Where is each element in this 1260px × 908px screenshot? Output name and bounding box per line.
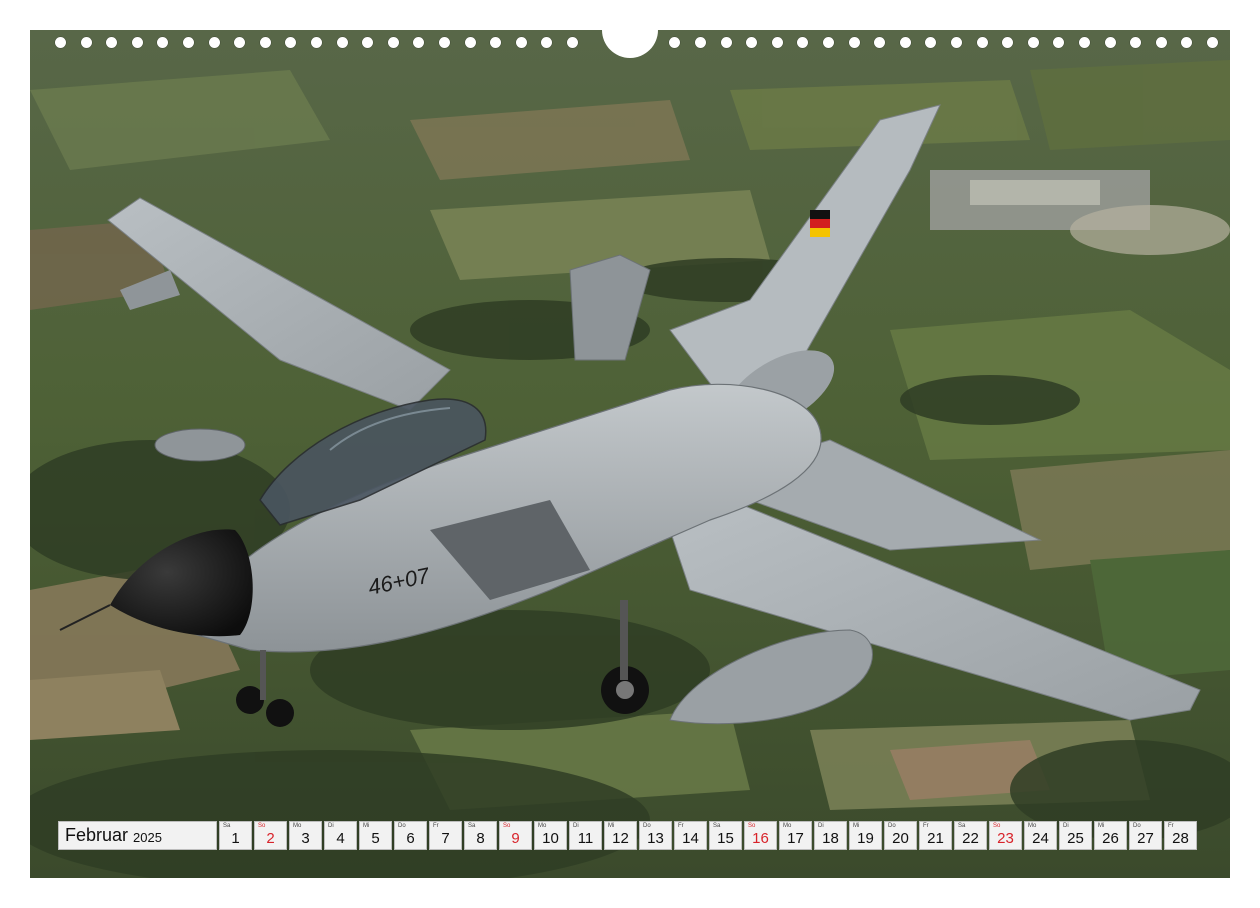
day-cell: Mi 5	[359, 821, 392, 850]
day-cell: Do 13	[639, 821, 672, 850]
day-cell: Mo 24	[1024, 821, 1057, 850]
day-cell: Mi 19	[849, 821, 882, 850]
day-cell: Di 11	[569, 821, 602, 850]
day-cell: Mo 3	[289, 821, 322, 850]
aircraft-photo: 46+07	[30, 30, 1230, 878]
day-number: 9	[511, 830, 520, 847]
calendar-strip: Februar 2025 Sa 1 So 2 Mo 3 Di 4 Mi 5 Do 6 Fr 7 Sa 8 So 9…	[58, 821, 1197, 850]
weekday-label: Fr	[923, 823, 929, 829]
day-cell: So 9	[499, 821, 532, 850]
day-number: 26	[1102, 830, 1119, 847]
day-cell: Mi 26	[1094, 821, 1127, 850]
weekday-label: Do	[888, 823, 896, 829]
day-cell: Mo 10	[534, 821, 567, 850]
day-cell: Fr 7	[429, 821, 462, 850]
day-cell: Di 18	[814, 821, 847, 850]
day-number: 28	[1172, 830, 1189, 847]
day-cell: So 23	[989, 821, 1022, 850]
day-cell: So 2	[254, 821, 287, 850]
weekday-label: Mo	[1028, 823, 1037, 829]
day-cell: Sa 8	[464, 821, 497, 850]
day-number: 17	[787, 830, 804, 847]
day-number: 13	[647, 830, 664, 847]
day-cell: Fr 21	[919, 821, 952, 850]
weekday-label: Fr	[433, 823, 439, 829]
month-label-box: Februar 2025	[58, 821, 217, 850]
day-cells: Sa 1 So 2 Mo 3 Di 4 Mi 5 Do 6 Fr 7 Sa 8 So 9 Mo 10 Di 11 Mi 12 D…	[217, 821, 1197, 850]
day-number: 25	[1067, 830, 1084, 847]
weekday-label: Sa	[713, 823, 721, 829]
day-cell: Sa 22	[954, 821, 987, 850]
weekday-label: Mi	[363, 823, 370, 829]
weekday-label: Mo	[783, 823, 792, 829]
weekday-label: Di	[1063, 823, 1069, 829]
weekday-label: So	[258, 823, 266, 829]
german-flag	[810, 210, 830, 237]
day-number: 8	[476, 830, 485, 847]
weekday-label: Do	[1133, 823, 1141, 829]
weekday-label: Sa	[468, 823, 476, 829]
day-cell: Do 27	[1129, 821, 1162, 850]
day-number: 4	[336, 830, 345, 847]
month-name: Februar	[65, 825, 129, 845]
day-number: 12	[612, 830, 629, 847]
weekday-label: Do	[398, 823, 406, 829]
weekday-label: Mi	[853, 823, 860, 829]
day-number: 15	[717, 830, 734, 847]
day-number: 7	[441, 830, 450, 847]
day-number: 16	[752, 830, 769, 847]
weekday-label: Di	[818, 823, 824, 829]
day-number: 2	[266, 830, 275, 847]
calendar-page: 46+07 Februar 2025 Sa 1 So 2 Mo 3 Di 4 Mi 5 Do 6 Fr 7…	[30, 30, 1230, 878]
day-number: 11	[577, 830, 594, 847]
day-number: 27	[1137, 830, 1154, 847]
weekday-label: Sa	[223, 823, 231, 829]
day-cell: Do 20	[884, 821, 917, 850]
day-number: 23	[997, 830, 1014, 847]
day-cell: Sa 1	[219, 821, 252, 850]
day-number: 21	[927, 830, 944, 847]
day-number: 24	[1032, 830, 1049, 847]
day-number: 14	[682, 830, 699, 847]
day-cell: So 16	[744, 821, 777, 850]
day-cell: Fr 28	[1164, 821, 1197, 850]
day-number: 6	[406, 830, 415, 847]
day-cell: Do 6	[394, 821, 427, 850]
day-cell: Di 25	[1059, 821, 1092, 850]
day-number: 19	[857, 830, 874, 847]
weekday-label: Di	[573, 823, 579, 829]
weekday-label: Do	[643, 823, 651, 829]
day-number: 18	[822, 830, 839, 847]
weekday-label: Mo	[293, 823, 302, 829]
weekday-label: So	[748, 823, 756, 829]
day-cell: Fr 14	[674, 821, 707, 850]
weekday-label: So	[993, 823, 1001, 829]
day-number: 20	[892, 830, 909, 847]
weekday-label: Di	[328, 823, 334, 829]
weekday-label: Mi	[608, 823, 615, 829]
month-year: 2025	[133, 829, 162, 845]
day-number: 10	[542, 830, 559, 847]
day-number: 3	[301, 830, 310, 847]
weekday-label: Fr	[1168, 823, 1174, 829]
day-number: 22	[962, 830, 979, 847]
weekday-label: Mo	[538, 823, 547, 829]
weekday-label: Sa	[958, 823, 966, 829]
day-number: 1	[231, 830, 240, 847]
weekday-label: Fr	[678, 823, 684, 829]
weekday-label: Mi	[1098, 823, 1105, 829]
day-cell: Sa 15	[709, 821, 742, 850]
day-cell: Mo 17	[779, 821, 812, 850]
day-number: 5	[371, 830, 380, 847]
day-cell: Di 4	[324, 821, 357, 850]
weekday-label: So	[503, 823, 511, 829]
day-cell: Mi 12	[604, 821, 637, 850]
